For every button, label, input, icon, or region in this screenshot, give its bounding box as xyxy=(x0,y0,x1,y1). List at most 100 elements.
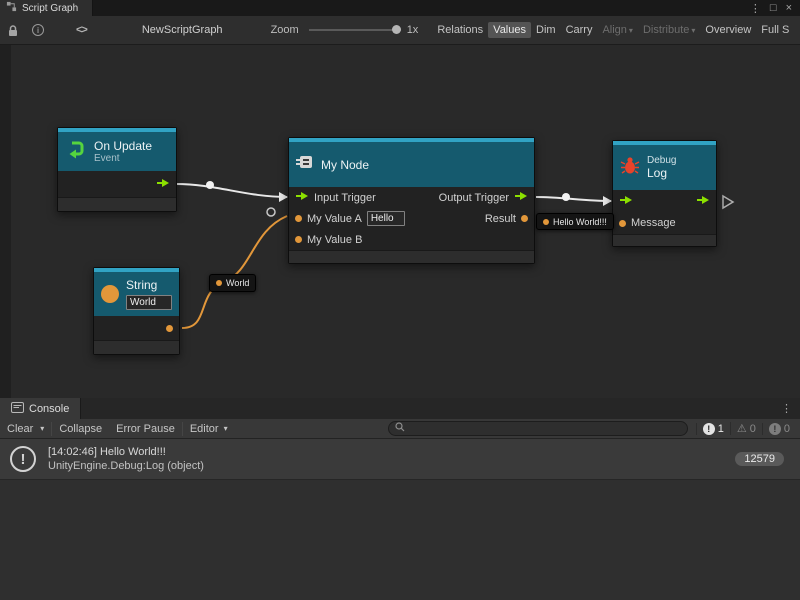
port-label: Input Trigger xyxy=(314,192,376,204)
zoom-slider[interactable] xyxy=(309,29,401,31)
info-count-toggle[interactable]: ! 1 xyxy=(696,423,730,435)
window-menu-icon[interactable]: ⋮ xyxy=(750,2,761,15)
clear-dropdown-icon[interactable]: ▾ xyxy=(38,419,51,439)
align-button[interactable]: Align▾ xyxy=(597,22,637,38)
window-maximize-icon[interactable]: □ xyxy=(770,2,777,14)
lock-icon[interactable] xyxy=(7,24,19,37)
warning-icon: ⚠ xyxy=(737,422,747,435)
console-toolbar: Clear ▾ Collapse Error Pause Editor▾ ! 1… xyxy=(0,419,800,439)
node-subtitle: Event xyxy=(94,153,152,164)
unity-editor-window: Script Graph ⋮ □ × i <> NewScriptGraph Z… xyxy=(0,0,800,600)
control-output-port[interactable] xyxy=(156,178,170,191)
port-row: Message xyxy=(613,212,716,234)
info-log-icon: ! xyxy=(703,423,715,435)
wire-flow-dot xyxy=(562,193,570,201)
control-output-port[interactable] xyxy=(696,195,710,208)
my-value-a-field[interactable] xyxy=(367,211,405,226)
relations-button[interactable]: Relations xyxy=(432,22,488,38)
wire-arrowhead xyxy=(603,196,612,206)
log-info-icon: ! xyxy=(10,446,36,472)
console-panel: Console ⋮ Clear ▾ Collapse Error Pause E… xyxy=(0,398,800,600)
log-message: [14:02:46] Hello World!!! xyxy=(48,446,204,458)
console-log-entry[interactable]: ! [14:02:46] Hello World!!! UnityEngine.… xyxy=(0,439,800,480)
wire-end-ring xyxy=(267,208,275,216)
console-menu-icon[interactable]: ⋮ xyxy=(773,398,800,419)
control-input-port[interactable] xyxy=(619,195,633,208)
node-title: On Update xyxy=(94,139,152,153)
value-output-port[interactable] xyxy=(521,215,528,222)
chevron-down-icon: ▾ xyxy=(691,26,695,35)
value-input-port[interactable] xyxy=(295,236,302,243)
node-debug-log[interactable]: Debug Log Message xyxy=(612,140,717,247)
graph-canvas[interactable]: On Update Event xyxy=(0,45,800,398)
search-icon xyxy=(395,422,405,435)
collapse-button[interactable]: Collapse xyxy=(52,419,109,439)
tab-console[interactable]: Console xyxy=(0,398,81,419)
info-icon[interactable]: i xyxy=(32,24,44,36)
control-input-port[interactable] xyxy=(295,191,309,204)
graph-toolbar: i <> NewScriptGraph Zoom 1x Relations Va… xyxy=(0,16,800,45)
edit-script-icon[interactable]: <> xyxy=(76,24,87,36)
chevron-down-icon: ▾ xyxy=(224,424,228,433)
value-dot-icon xyxy=(216,280,222,286)
console-tab-bar: Console ⋮ xyxy=(0,398,800,419)
chevron-down-icon: ▾ xyxy=(629,26,633,35)
distribute-button[interactable]: Distribute▾ xyxy=(638,22,700,38)
error-pause-button[interactable]: Error Pause xyxy=(109,419,182,439)
wire-string-to-mynode xyxy=(182,216,287,328)
wire-flow-dot xyxy=(206,181,214,189)
node-my-node[interactable]: My Node Input Trigger Output Trigger xyxy=(288,137,535,264)
bug-icon xyxy=(620,156,640,180)
console-search-input[interactable] xyxy=(409,423,681,434)
value-output-port[interactable] xyxy=(166,325,173,332)
node-title: My Node xyxy=(321,158,369,172)
port-label: Message xyxy=(631,217,676,229)
tab-script-graph[interactable]: Script Graph xyxy=(0,0,93,16)
node-header[interactable]: String xyxy=(94,272,179,316)
console-search-box[interactable] xyxy=(388,421,688,436)
overview-button[interactable]: Overview xyxy=(700,22,756,38)
zoom-slider-knob[interactable] xyxy=(392,25,401,34)
zoom-label: Zoom xyxy=(271,24,299,36)
value-input-port[interactable] xyxy=(619,220,626,227)
wire-mynode-to-debug xyxy=(536,197,611,201)
port-label: My Value B xyxy=(307,234,362,246)
node-header[interactable]: Debug Log xyxy=(613,145,716,190)
error-count-toggle[interactable]: ! 0 xyxy=(762,423,796,435)
value-bubble-world: World xyxy=(209,274,256,292)
play-indicator-icon xyxy=(723,196,733,208)
node-header[interactable]: My Node xyxy=(289,142,534,187)
graph-name-label: NewScriptGraph xyxy=(142,24,223,36)
zoom-value: 1x xyxy=(407,24,419,36)
node-header[interactable]: On Update Event xyxy=(58,132,176,171)
port-label: Output Trigger xyxy=(439,192,509,204)
carry-button[interactable]: Carry xyxy=(561,22,598,38)
node-ports xyxy=(58,171,176,197)
value-input-port[interactable] xyxy=(295,215,302,222)
window-close-icon[interactable]: × xyxy=(786,2,792,14)
fullscreen-button[interactable]: Full S xyxy=(756,22,794,38)
port-row: My Value B xyxy=(289,229,534,250)
port-row: My Value A Result xyxy=(289,208,534,229)
dim-button[interactable]: Dim xyxy=(531,22,561,38)
clear-button[interactable]: Clear xyxy=(0,419,36,439)
value-bubble-hello-world: Hello World!!! xyxy=(536,213,614,230)
port-row xyxy=(613,190,716,212)
tab-title: Script Graph xyxy=(22,3,78,14)
node-footer xyxy=(58,197,176,211)
window-tab-bar: Script Graph ⋮ □ × xyxy=(0,0,800,16)
node-string[interactable]: String xyxy=(93,267,180,355)
console-icon xyxy=(11,402,24,416)
console-tab-title: Console xyxy=(29,403,69,415)
port-label: My Value A xyxy=(307,213,362,225)
values-button[interactable]: Values xyxy=(488,22,531,38)
control-output-port[interactable] xyxy=(514,191,528,204)
node-on-update[interactable]: On Update Event xyxy=(57,127,177,212)
string-value-field[interactable] xyxy=(126,295,172,310)
log-collapse-count-badge: 12579 xyxy=(735,452,784,466)
value-dot-icon xyxy=(543,219,549,225)
editor-dropdown-button[interactable]: Editor▾ xyxy=(183,419,235,439)
warning-count-toggle[interactable]: ⚠ 0 xyxy=(730,422,762,435)
node-ports xyxy=(94,316,179,340)
wire-onupdate-to-mynode xyxy=(176,184,287,197)
